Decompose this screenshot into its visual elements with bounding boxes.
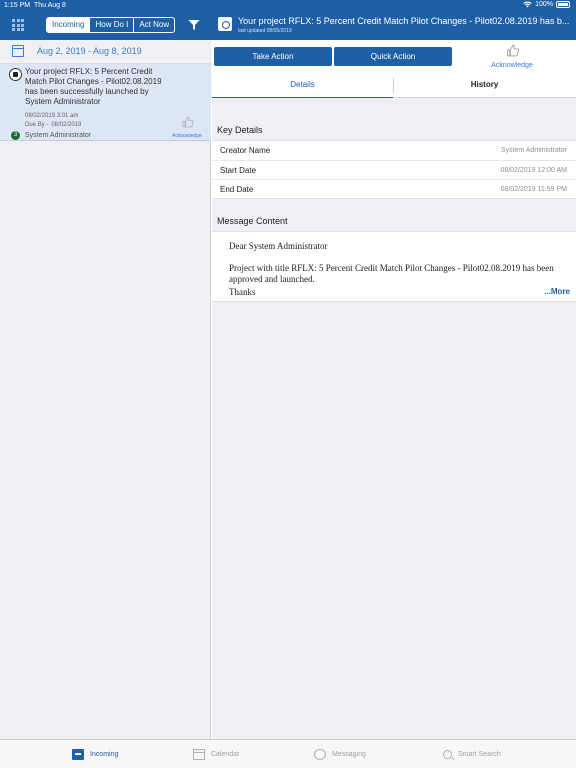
tabbar-incoming[interactable]: Incoming <box>72 740 118 768</box>
segment-act-now[interactable]: Act Now <box>134 18 174 32</box>
detail-tabs: Details History <box>212 73 576 99</box>
filter-icon[interactable] <box>188 19 200 31</box>
inbox-icon <box>72 749 84 760</box>
message-title: Your project RFLX: 5 Percent Credit Matc… <box>25 67 162 106</box>
project-avatar-icon <box>9 68 22 81</box>
message-list-pane: Aug 2, 2019 - Aug 8, 2019 Your project R… <box>0 40 211 739</box>
left-nav-bar: Incoming How Do I Act Now <box>0 12 211 40</box>
tabbar-search-label: Smart Search <box>458 751 501 758</box>
segment-incoming[interactable]: Incoming <box>47 18 91 32</box>
calendar-icon <box>193 749 205 760</box>
bottom-tab-bar: Incoming Calendar Messaging Smart Search <box>0 739 576 768</box>
details-content: Key Details Creator Name System Administ… <box>212 98 576 739</box>
actions-bar: Take Action Quick Action Acknowledge <box>212 40 576 73</box>
status-date: Thu Aug 8 <box>34 2 66 9</box>
wifi-icon <box>523 1 532 8</box>
row-value: System Administrator <box>500 147 567 154</box>
message-sender: System Administrator <box>25 132 92 139</box>
message-thanks: Thanks <box>229 287 256 297</box>
thumbs-up-icon[interactable] <box>182 116 194 128</box>
calendar-icon[interactable] <box>12 45 24 57</box>
due-label: Due By - <box>25 122 49 128</box>
row-label: End Date <box>220 185 254 194</box>
thumbs-up-icon[interactable] <box>506 44 520 57</box>
search-icon <box>443 750 452 759</box>
key-details-table: Creator Name System Administrator Start … <box>212 140 576 199</box>
message-content-box: Dear System Administrator Project with t… <box>212 231 576 302</box>
tabbar-messaging[interactable]: Messaging <box>314 740 366 768</box>
row-value: 08/02/2019 12:00 AM <box>500 167 567 174</box>
battery-icon <box>556 1 570 8</box>
tab-history[interactable]: History <box>394 73 575 98</box>
acknowledge-link[interactable]: Acknowledge <box>172 133 202 139</box>
due-date: 08/02/2019 <box>51 122 82 128</box>
key-details-heading: Key Details <box>217 125 263 135</box>
detail-title: Your project RFLX: 5 Percent Credit Matc… <box>238 16 570 26</box>
list-item[interactable]: Your project RFLX: 5 Percent Credit Matc… <box>0 64 211 141</box>
table-row: Creator Name System Administrator <box>212 141 576 160</box>
count-badge: 3 <box>11 131 20 140</box>
apps-grid-icon[interactable] <box>12 19 24 31</box>
status-time: 1:15 PM <box>4 2 31 9</box>
tabbar-calendar[interactable]: Calendar <box>193 740 239 768</box>
table-row: End Date 08/02/2019 11:59 PM <box>212 179 576 198</box>
acknowledge-button[interactable]: Acknowledge <box>482 62 542 69</box>
message-detail-pane: Take Action Quick Action Acknowledge Det… <box>212 40 576 739</box>
tabbar-incoming-label: Incoming <box>90 751 119 758</box>
chat-bubble-icon <box>314 749 326 760</box>
segment-how-do-i[interactable]: How Do I <box>90 18 135 32</box>
tab-details[interactable]: Details <box>212 73 393 99</box>
date-range-label[interactable]: Aug 2, 2019 - Aug 8, 2019 <box>37 46 142 56</box>
message-content-heading: Message Content <box>217 216 288 226</box>
message-body: Project with title RFLX: 5 Percent Credi… <box>229 263 554 284</box>
right-nav-bar: Your project RFLX: 5 Percent Credit Matc… <box>212 12 576 40</box>
tabbar-messaging-label: Messaging <box>332 751 366 758</box>
table-row: Start Date 08/02/2019 12:00 AM <box>212 160 576 179</box>
tabbar-smart-search[interactable]: Smart Search <box>443 740 501 768</box>
row-label: Start Date <box>220 166 257 175</box>
project-icon <box>218 17 232 31</box>
message-due: Due By -08/02/2019 <box>25 122 81 128</box>
row-value: 08/02/2019 11:59 PM <box>500 186 567 193</box>
quick-action-button[interactable]: Quick Action <box>334 47 452 66</box>
message-date: 08/02/2019 3:01 am <box>25 113 79 119</box>
status-bar: 1:15 PM Thu Aug 8 100% <box>0 0 576 12</box>
message-greeting: Dear System Administrator <box>229 241 328 251</box>
date-range-bar[interactable]: Aug 2, 2019 - Aug 8, 2019 <box>0 40 211 64</box>
tabbar-calendar-label: Calendar <box>211 751 240 758</box>
take-action-button[interactable]: Take Action <box>214 47 332 66</box>
more-link[interactable]: ...More <box>544 287 570 296</box>
status-right: 100% <box>523 1 570 8</box>
row-label: Creator Name <box>220 146 271 155</box>
last-updated: last updated 08/05/2019 <box>238 28 292 34</box>
inbox-segmented-control: Incoming How Do I Act Now <box>46 17 176 33</box>
battery-percent: 100% <box>535 1 553 8</box>
